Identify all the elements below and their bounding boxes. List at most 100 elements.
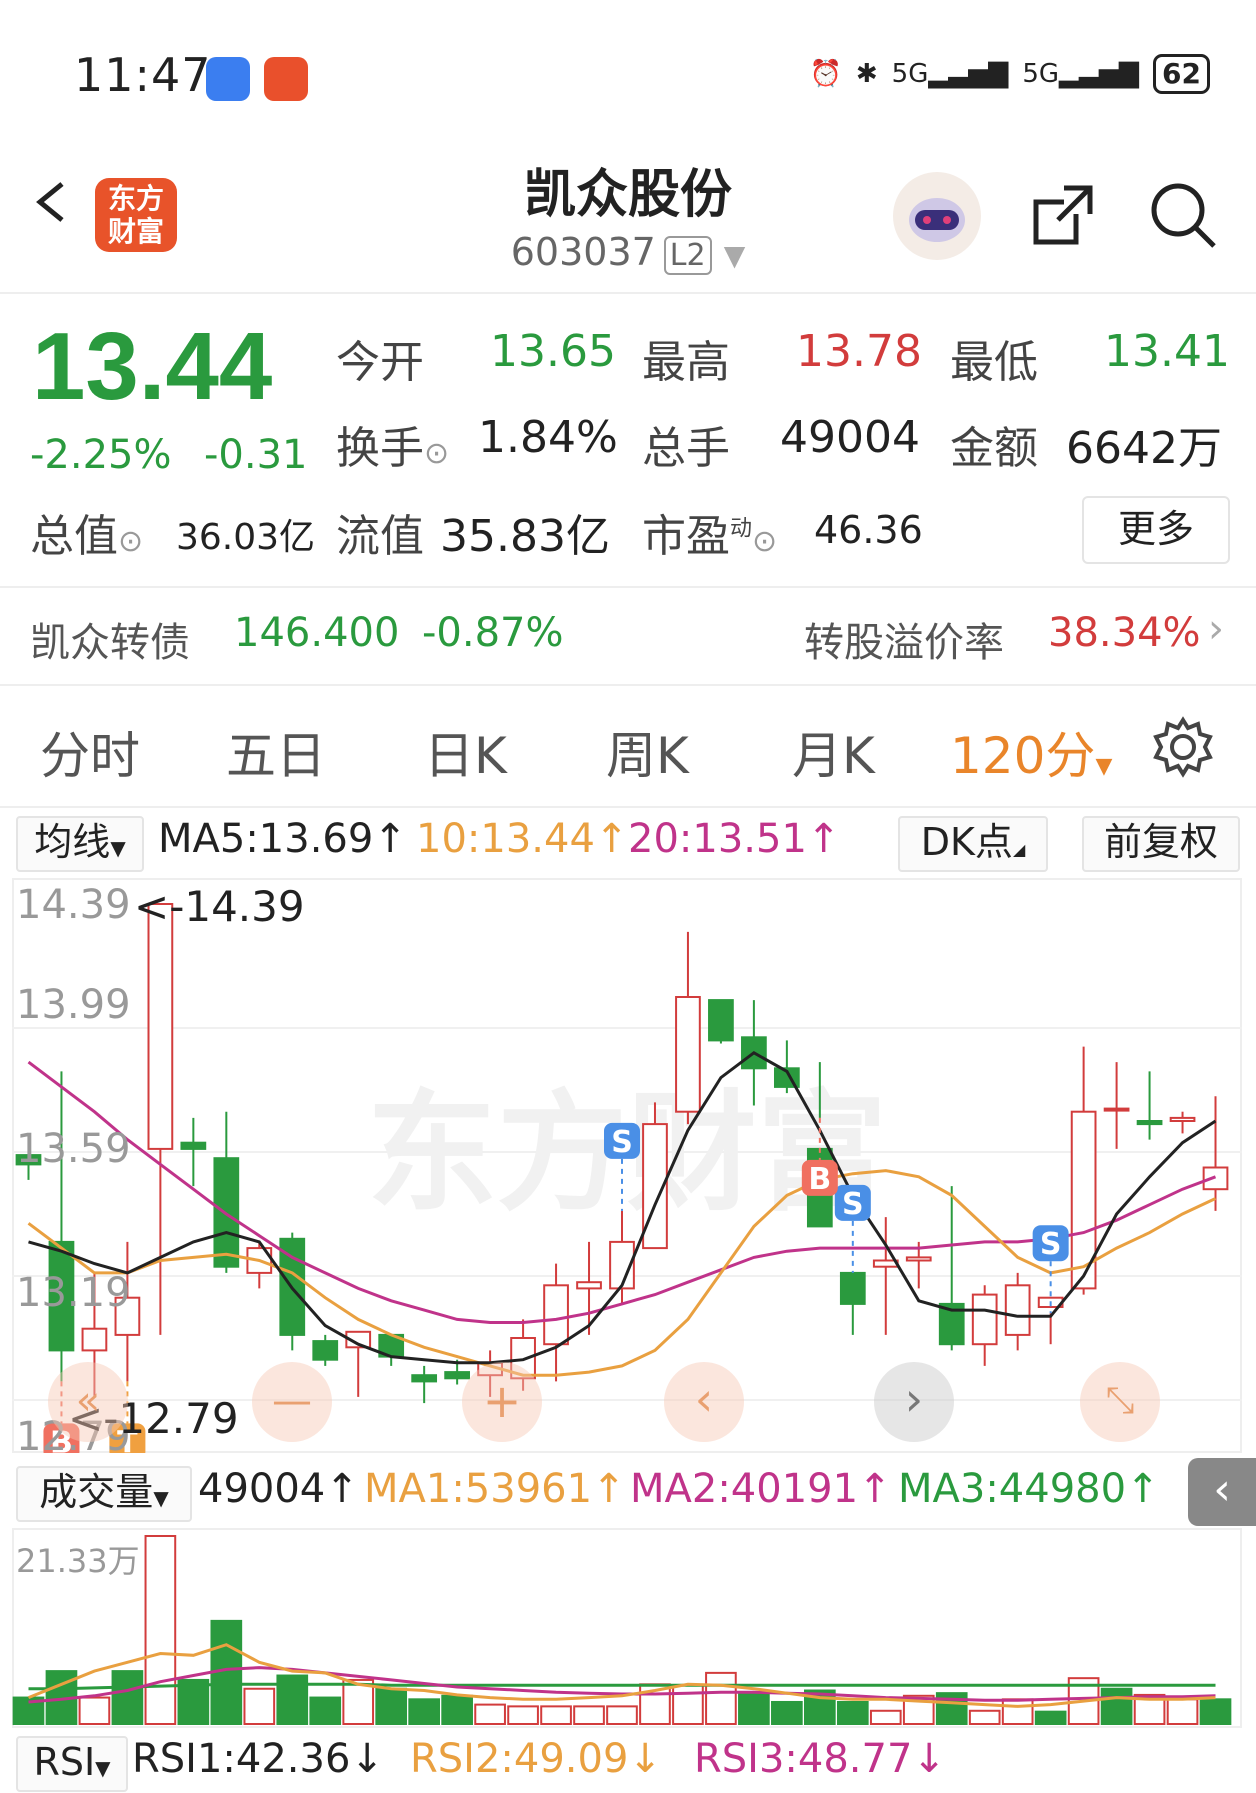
kline-svg[interactable]: 东方财富BTSSBS [12,878,1242,1453]
volume-label: 总手 [642,423,730,474]
divider [0,806,1256,808]
volume-current: 49004↑ [198,1466,359,1512]
change-percent: -2.25% [30,432,172,478]
divider [0,684,1256,686]
candle-body [543,1284,569,1346]
candle-body [905,1256,932,1262]
pe-label: 市盈动⊙ [642,511,778,562]
candle-body [147,903,174,1150]
candle-body [839,1271,866,1305]
tab-five-day[interactable]: 五日 [226,716,326,788]
volume-bar [1166,1698,1199,1725]
signal-label: S [842,1187,864,1222]
market-cap-label: 总值⊙ [30,511,144,562]
ma10-value: 10:13.44↑ [416,816,629,862]
zoom-in-button[interactable]: + [462,1362,542,1442]
signal-label: S [1040,1227,1062,1262]
volume-bar [540,1705,572,1725]
more-button[interactable]: 更多 [1082,496,1230,564]
volume-bar [1034,1710,1067,1725]
signal-label: S [611,1125,633,1160]
volume-bar [276,1674,309,1726]
tab-monthly-k[interactable]: 月K [792,716,875,788]
bond-name: 凯众转债 [30,620,190,666]
volume-selector[interactable]: 成交量▼ [16,1466,192,1522]
volume-bar [771,1700,803,1725]
volume-bar [1100,1687,1133,1725]
volume-max-label: 21.33万 [16,1542,140,1580]
y-tick: 13.19 [16,1270,131,1316]
status-icons: ⏰ ✱ 5G▂▃▅▇ 5G▂▃▅▇ 62 [809,54,1210,94]
indicator-selector[interactable]: 均线▼ [16,816,144,872]
low-value: 13.41 [1104,326,1230,377]
candle-body [81,1327,108,1352]
volume-ma2: MA2:40191↑ [630,1466,892,1512]
scroll-right-button[interactable]: › [874,1362,954,1442]
float-cap-value: 35.83亿 [440,511,610,562]
volume-bar [1001,1698,1034,1725]
candle-body [180,1141,207,1150]
rsi3-value: RSI3:48.77↓ [694,1736,946,1782]
pe-value: 46.36 [814,508,923,552]
info-icon[interactable]: ⊙ [118,524,143,559]
info-icon[interactable]: ⊙ [752,524,777,559]
volume-bar [78,1696,111,1725]
dk-point-button[interactable]: DK点◢ [898,816,1048,872]
zoom-out-button[interactable]: — [252,1362,332,1442]
scroll-left-button[interactable]: ‹ [664,1362,744,1442]
caret-down-icon: ▼ [153,1486,169,1510]
candle-body [576,1281,602,1290]
level-badge: L2 [663,236,712,275]
rsi2-value: RSI2:49.09↓ [410,1736,662,1782]
tab-120min[interactable]: 120分▼ [950,716,1112,788]
volume-bar [507,1705,539,1725]
chevron-down-icon: ▼ [723,239,746,272]
share-icon[interactable] [1028,180,1098,250]
volume-bar [672,1684,704,1725]
scroll-start-button[interactable]: « [48,1362,128,1442]
ma20-value: 20:13.51↑ [628,816,841,862]
settings-icon[interactable] [1152,716,1214,778]
ma5-value: MA5:13.69↑ [158,816,407,862]
assistant-avatar[interactable] [893,172,981,260]
notification-app-icon [206,57,250,101]
volume-bar [243,1687,276,1725]
candle-body [708,999,734,1042]
side-panel-toggle[interactable]: ‹ [1188,1458,1256,1526]
volume-bar [705,1671,737,1726]
signal-icon: 5G▂▃▅▇ [1022,59,1140,89]
volume-bar [474,1703,506,1725]
adjust-button[interactable]: 前复权 [1082,816,1240,872]
fullscreen-button[interactable]: ⤡ [1080,1362,1160,1442]
tab-daily-k[interactable]: 日K [424,716,507,788]
amount-label: 金额 [950,423,1038,474]
tab-intraday[interactable]: 分时 [40,716,140,788]
volume-bar [309,1696,342,1725]
rsi1-value: RSI1:42.36↓ [132,1736,384,1782]
search-icon[interactable] [1148,180,1218,250]
volume-bar [573,1705,605,1725]
premium-label: 转股溢价率 [804,620,1004,666]
volume-bar [441,1694,473,1725]
divider [0,586,1256,588]
volume-bar [1199,1698,1232,1725]
chevron-right-icon: › [904,1372,924,1426]
rsi-selector[interactable]: RSI▼ [16,1736,128,1792]
volume-ma1: MA1:53961↑ [364,1466,626,1512]
caret-down-icon: ▼ [110,836,126,860]
info-icon[interactable]: ⊙ [424,436,449,471]
volume-svg [12,1535,1232,1726]
expand-icon: ⤡ [1105,1380,1135,1421]
high-label: 最高 [642,337,730,388]
open-value: 13.65 [490,326,616,377]
chevron-left-icon: ‹ [694,1372,714,1426]
high-value: 13.78 [796,326,922,377]
amount-value: 6642万 [1066,423,1222,474]
status-time: 11:47 [74,48,212,102]
status-bar: 11:47 ⏰ ✱ 5G▂▃▅▇ 5G▂▃▅▇ 62 [0,0,1256,150]
y-tick: 13.99 [16,982,131,1028]
chevron-left-icon: ‹ [1213,1464,1231,1515]
volume-bar [836,1700,869,1725]
y-tick: 14.39 [16,882,131,928]
tab-weekly-k[interactable]: 周K [606,716,689,788]
